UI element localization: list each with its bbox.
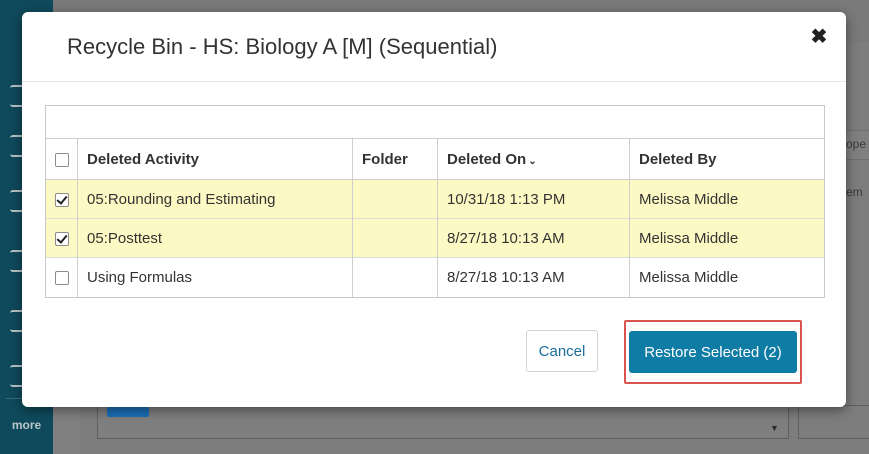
cell-deleted-on: 8/27/18 10:13 AM bbox=[437, 257, 630, 297]
background-right-label-2: em bbox=[846, 185, 863, 199]
table-row[interactable]: 05:Rounding and Estimating 10/31/18 1:13… bbox=[46, 179, 824, 219]
background-list-box bbox=[97, 405, 789, 439]
row-checkbox-cell bbox=[46, 179, 78, 219]
row-checkbox[interactable] bbox=[55, 270, 69, 285]
row-checkbox[interactable] bbox=[55, 192, 69, 207]
column-header-deleted-activity[interactable]: Deleted Activity bbox=[77, 138, 353, 180]
background-right-label: ope bbox=[846, 137, 867, 151]
cancel-button[interactable]: Cancel bbox=[526, 330, 598, 372]
cell-deleted-by: Melissa Middle bbox=[639, 268, 739, 286]
cell-folder bbox=[352, 218, 438, 258]
table-row[interactable]: Using Formulas 8/27/18 10:13 AM Melissa … bbox=[46, 257, 824, 297]
scroll-down-arrow-icon: ▼ bbox=[770, 423, 779, 433]
deleted-items-table: Deleted Activity Folder Deleted On ⌄ Dele… bbox=[45, 105, 825, 298]
dialog-footer: Cancel Restore Selected (2) bbox=[526, 320, 802, 384]
row-checkbox-cell bbox=[46, 218, 78, 258]
sort-caret-down-icon: ⌄ bbox=[528, 155, 537, 167]
cell-deleted-by: Melissa Middle bbox=[639, 190, 739, 208]
column-header-folder[interactable]: Folder bbox=[352, 138, 438, 180]
cell-activity: 05:Posttest bbox=[77, 218, 353, 258]
cell-deleted-on: 8/27/18 10:13 AM bbox=[437, 218, 630, 258]
cell-folder bbox=[352, 179, 438, 219]
recycle-bin-dialog: Recycle Bin - HS: Biology A [M] (Sequent… bbox=[22, 12, 846, 407]
cell-activity: Using Formulas bbox=[77, 257, 353, 297]
table-row[interactable]: 05:Posttest 8/27/18 10:13 AM Melissa Mid… bbox=[46, 218, 824, 258]
background-list-box-2 bbox=[798, 405, 869, 439]
select-all-cell bbox=[46, 138, 78, 180]
select-all-checkbox[interactable] bbox=[55, 152, 69, 167]
close-icon[interactable]: ✖ bbox=[808, 26, 830, 48]
background-blue-tag bbox=[107, 407, 149, 417]
restore-selected-button[interactable]: Restore Selected (2) bbox=[629, 331, 797, 373]
cell-deleted-by: Melissa Middle bbox=[639, 229, 739, 247]
table-header-row: Deleted Activity Folder Deleted On ⌄ Dele… bbox=[46, 138, 824, 180]
row-checkbox[interactable] bbox=[55, 231, 69, 246]
column-header-deleted-by[interactable]: Deleted By bbox=[629, 138, 824, 180]
cell-folder bbox=[352, 257, 438, 297]
dialog-title: Recycle Bin - HS: Biology A [M] (Sequent… bbox=[67, 34, 498, 59]
sidebar-more-button[interactable]: more bbox=[0, 418, 53, 432]
cell-activity: 05:Rounding and Estimating bbox=[77, 179, 353, 219]
cell-deleted-on: 10/31/18 1:13 PM bbox=[437, 179, 630, 219]
restore-button-highlight: Restore Selected (2) bbox=[624, 320, 802, 384]
row-checkbox-cell bbox=[46, 257, 78, 297]
deleted-on-label: Deleted On bbox=[447, 150, 527, 168]
dialog-header: Recycle Bin - HS: Biology A [M] (Sequent… bbox=[22, 12, 846, 82]
column-header-deleted-on[interactable]: Deleted On ⌄ bbox=[437, 138, 630, 180]
